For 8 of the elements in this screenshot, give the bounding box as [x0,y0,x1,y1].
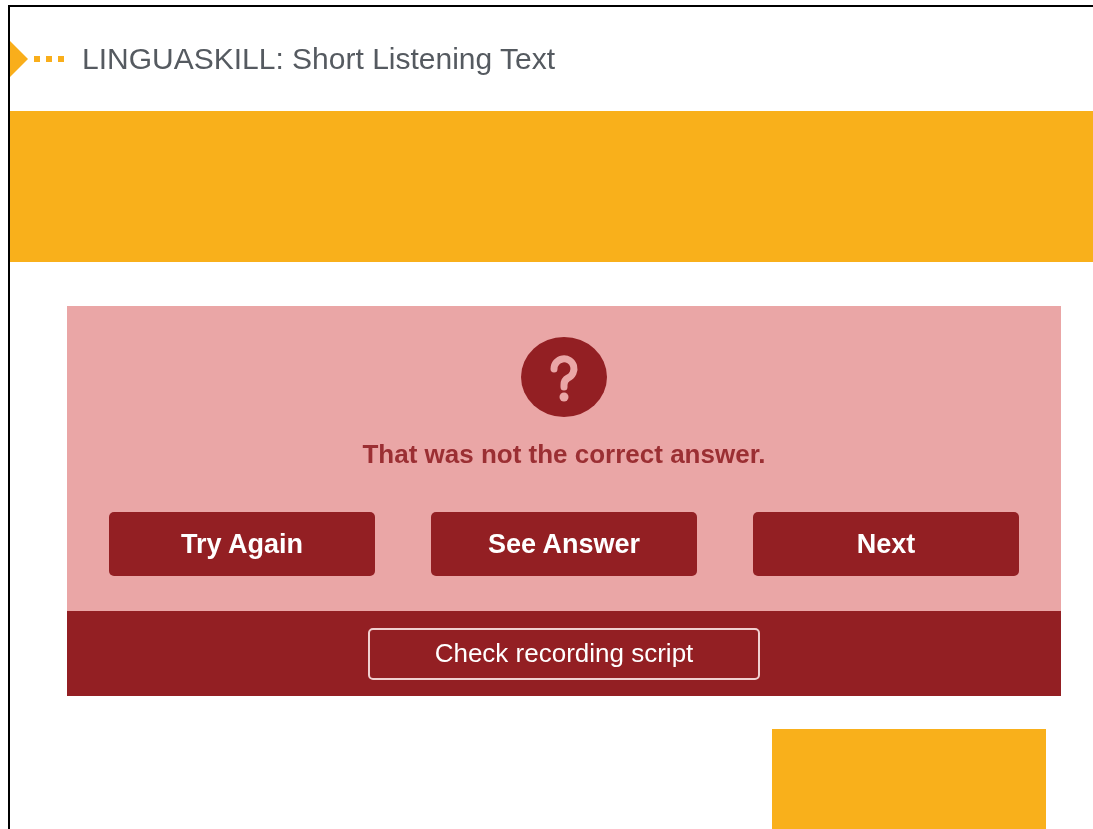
feedback-message: That was not the correct answer. [362,438,766,471]
action-button[interactable]: See Answer [431,512,697,576]
action-button[interactable]: Next [753,512,1019,576]
action-button[interactable]: Try Again [109,512,375,576]
page-title: LINGUASKILL: Short Listening Text [82,41,556,78]
arrow-dots-icon [10,40,66,77]
question-icon [521,337,607,417]
check-script-button[interactable]: Check recording script [368,627,760,680]
